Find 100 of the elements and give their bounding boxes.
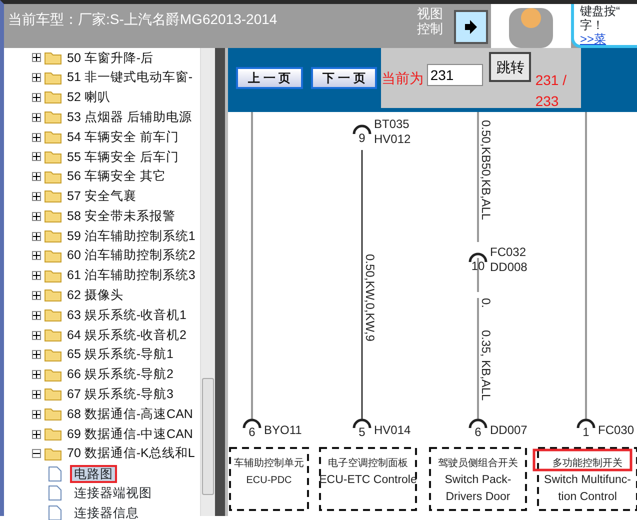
- folder-icon: [44, 209, 62, 224]
- tree-item[interactable]: 59 泊车辅助控制系统1: [67, 226, 196, 246]
- folder-icon: [44, 229, 62, 244]
- jump-button[interactable]: 跳转: [489, 52, 532, 82]
- expand-icon[interactable]: [32, 430, 41, 439]
- tree-item[interactable]: 63 娱乐系统-收音机1: [67, 306, 186, 325]
- expand-icon[interactable]: [32, 390, 41, 399]
- collapse-icon[interactable]: [32, 449, 41, 458]
- pin-number: 6: [248, 425, 256, 439]
- tree-item[interactable]: 连接器信息: [70, 504, 143, 520]
- folder-icon: [44, 407, 62, 422]
- tree-item[interactable]: 60 泊车辅助控制系统2: [67, 246, 196, 266]
- expand-icon[interactable]: [32, 410, 41, 419]
- page-number-field[interactable]: 231: [427, 64, 484, 86]
- expand-icon[interactable]: [32, 152, 41, 162]
- connector-code: FC030: [598, 423, 634, 437]
- component-label: Switch Multifunc-: [544, 474, 631, 486]
- expand-icon[interactable]: [32, 350, 41, 360]
- tree-item[interactable]: 64 娱乐系统-收音机2: [67, 326, 186, 344]
- expand-icon[interactable]: [32, 330, 41, 340]
- tree-item[interactable]: 51 非一键式电动车窗-: [67, 68, 193, 88]
- tree-item[interactable]: 56 车辆安全 其它: [67, 167, 166, 186]
- tree-item[interactable]: 58 安全带未系报警: [67, 206, 176, 226]
- component-label: ECU-ETC Controle: [319, 474, 417, 486]
- tree-item[interactable]: 65 娱乐系统-导航1: [67, 345, 174, 364]
- scrollbar[interactable]: [200, 48, 215, 516]
- component-label: tion Control: [558, 491, 617, 503]
- tree-item[interactable]: 67 娱乐系统-导航3: [67, 385, 174, 404]
- wire-label: 0.35, KB,ALL: [479, 330, 493, 401]
- tree-item[interactable]: 53 点烟器 后辅助电源: [67, 108, 192, 127]
- component-label: Drivers Door: [446, 491, 510, 503]
- view-button[interactable]: [454, 10, 488, 44]
- view-control-label: 视图 控制: [417, 5, 444, 38]
- expand-icon[interactable]: [32, 370, 41, 380]
- tree-item[interactable]: 52 喇叭: [67, 88, 110, 107]
- folder-icon: [44, 308, 62, 322]
- connector-code: DD008: [490, 260, 528, 274]
- expand-icon[interactable]: [32, 212, 41, 221]
- expand-icon[interactable]: [32, 290, 41, 300]
- folder-icon: [44, 70, 62, 85]
- folder-icon: [44, 90, 62, 104]
- expand-icon[interactable]: [32, 73, 41, 82]
- folder-icon: [44, 130, 62, 144]
- expand-icon[interactable]: [32, 172, 41, 182]
- wire-label: 0.50,KB50,KB,ALL: [479, 120, 493, 220]
- next-page-button[interactable]: 下 一 页: [310, 67, 378, 89]
- connector-pin-icon: [468, 418, 488, 428]
- expand-icon[interactable]: [32, 251, 41, 260]
- component-label: 驾驶员侧组合开关: [438, 458, 518, 469]
- folder-icon: [44, 288, 62, 302]
- component-label: Switch Pack-: [444, 474, 512, 486]
- component-label: 电子空调控制面板: [328, 458, 408, 469]
- scrollbar-thumb[interactable]: [202, 378, 214, 495]
- expand-icon[interactable]: [32, 192, 41, 201]
- connector-code: DD007: [490, 423, 528, 437]
- menu-link[interactable]: >>菜: [580, 32, 637, 46]
- hint-text: 字！: [580, 18, 605, 32]
- pin-number: 9: [358, 131, 366, 145]
- expand-icon[interactable]: [32, 92, 41, 102]
- document-icon: [48, 485, 62, 502]
- wire-label: 0.: [479, 298, 493, 308]
- tree-item[interactable]: 电路图: [70, 464, 117, 483]
- tree-item[interactable]: 62 摄像头: [67, 286, 124, 305]
- wire: [477, 258, 479, 292]
- connector-code: HV014: [374, 423, 411, 437]
- tree-item[interactable]: 66 娱乐系统-导航2: [67, 365, 174, 384]
- tree-item[interactable]: 54 车辆安全 前车门: [67, 128, 179, 146]
- expand-icon[interactable]: [32, 53, 41, 62]
- folder-icon: [44, 348, 62, 362]
- folder-icon: [44, 427, 62, 442]
- tree-item[interactable]: 连接器端视图: [70, 484, 156, 502]
- expand-icon[interactable]: [32, 132, 41, 142]
- tree-item[interactable]: 55 车辆安全 后车门: [67, 148, 179, 166]
- tree-item[interactable]: 61 泊车辅助控制系统3: [67, 266, 196, 286]
- connector-code: HV012: [374, 132, 411, 146]
- expand-icon[interactable]: [32, 232, 41, 241]
- tree-item[interactable]: 69 数据通信-中速CAN: [67, 424, 193, 444]
- pin-number: 6: [474, 425, 482, 439]
- tree-item[interactable]: 57 安全气襄: [67, 187, 136, 206]
- arrow-right-icon: [465, 20, 477, 34]
- component-label: ECU-PDC: [246, 475, 292, 486]
- folder-icon: [44, 189, 62, 204]
- folder-icon: [44, 328, 62, 342]
- expand-icon[interactable]: [32, 271, 41, 280]
- previous-page-button[interactable]: 上 一 页: [236, 67, 303, 89]
- expand-icon[interactable]: [32, 310, 41, 320]
- tree-item[interactable]: 50 车窗升降-后: [67, 48, 154, 68]
- folder-icon: [44, 170, 62, 184]
- folder-icon: [44, 150, 62, 164]
- tree-item[interactable]: 70 数据通信-K总线和L: [67, 444, 195, 464]
- connector-code: BYO11: [264, 423, 302, 437]
- page-total: 231 / 233: [535, 71, 568, 108]
- connector-pin-icon: [242, 418, 262, 428]
- folder-icon: [44, 387, 62, 402]
- tree-item[interactable]: 68 数据通信-高速CAN: [67, 404, 193, 424]
- expand-icon[interactable]: [32, 112, 41, 122]
- connector-code: FC032: [490, 245, 526, 259]
- connector-pin-icon: [576, 418, 596, 428]
- folder-icon: [44, 248, 62, 263]
- document-icon: [48, 466, 62, 482]
